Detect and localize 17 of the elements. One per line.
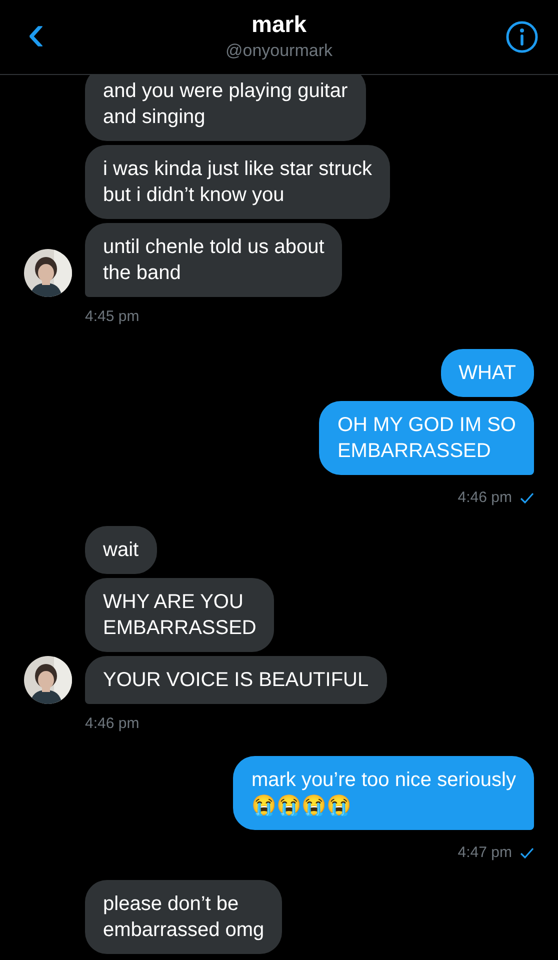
timestamp: 4:47 pm [458, 842, 512, 862]
timestamp: 4:45 pm [85, 308, 140, 325]
info-icon[interactable] [506, 21, 538, 53]
message-bubble: WHY ARE YOU EMBARRASSED [85, 578, 274, 652]
message-bubble: until chenle told us about the band [85, 223, 342, 297]
contact-name: mark [252, 10, 306, 38]
message-bubble: i was kinda just like star struck but i didn’t know you [85, 145, 390, 219]
timestamp: 4:46 pm [85, 714, 140, 732]
timestamp: 4:46 pm [458, 488, 512, 508]
message-bubble: OH MY GOD IM SO EMBARRASSED [319, 401, 534, 475]
message-bubble: wait [85, 526, 157, 574]
message-bubble: YOUR VOICE IS BEAUTIFUL [85, 656, 387, 704]
message-bubble: WHAT [440, 349, 534, 397]
back-button[interactable]: ‹ [20, 7, 52, 59]
message-bubble: mark you’re too nice seriously 😭😭😭😭 [233, 756, 534, 830]
message-bubble: please don’t be embarrassed omg [85, 880, 282, 954]
contact-handle: @onyourmark [225, 40, 332, 62]
